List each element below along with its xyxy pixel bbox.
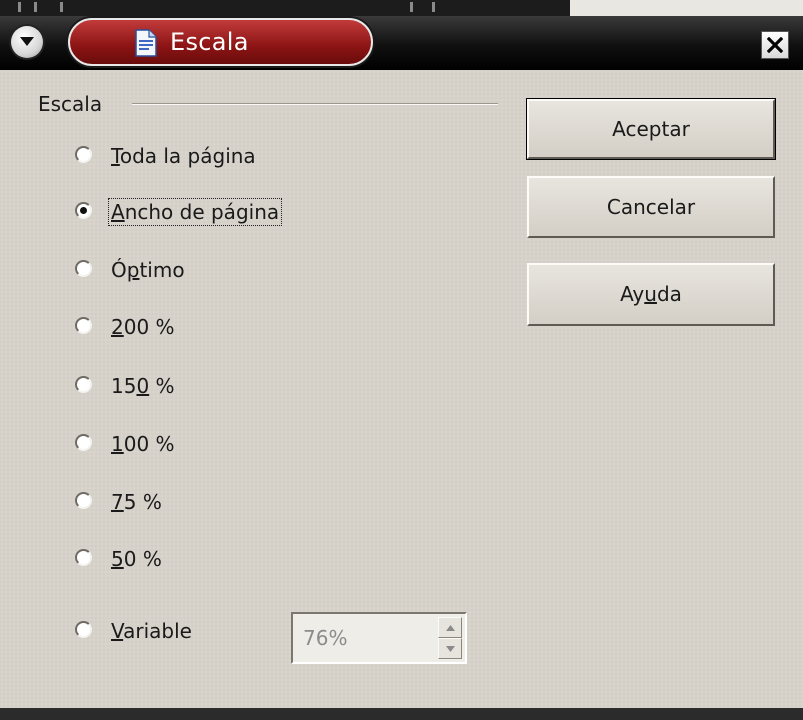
cancel-button[interactable]: Cancelar <box>527 176 775 238</box>
background-window-edge <box>0 0 570 16</box>
option-label[interactable]: Toda la página <box>109 143 258 169</box>
radio-150[interactable] <box>75 376 92 393</box>
document-icon <box>135 29 157 57</box>
radio-75[interactable] <box>75 492 92 509</box>
window-title: Escala <box>170 28 249 56</box>
title-pill: Escala <box>68 18 373 66</box>
scale-dialog: Escala Toda la página Ancho de página Óp… <box>0 70 803 708</box>
radio-variable[interactable] <box>75 621 92 638</box>
ok-button-label: Aceptar <box>612 117 690 141</box>
group-divider <box>132 103 498 105</box>
background-window-strip <box>0 0 803 16</box>
arrow-down-icon <box>446 646 455 652</box>
ok-button[interactable]: Aceptar <box>527 99 775 159</box>
window-menu-button[interactable] <box>11 26 43 58</box>
scale-group-label: Escala <box>38 92 103 116</box>
spin-down-button[interactable] <box>438 638 462 659</box>
spin-buttons <box>438 617 462 659</box>
option-label[interactable]: 150 % <box>109 373 177 399</box>
variable-zoom-spinbox[interactable]: 76% <box>291 612 467 664</box>
close-button[interactable] <box>761 31 789 59</box>
title-bar[interactable]: Escala <box>0 16 803 70</box>
option-label[interactable]: 200 % <box>109 314 177 340</box>
radio-50[interactable] <box>75 549 92 566</box>
chevron-down-icon <box>20 37 34 46</box>
radio-optimal[interactable] <box>75 260 92 277</box>
option-label[interactable]: 50 % <box>109 546 164 572</box>
help-button[interactable]: Ayuda <box>527 263 775 326</box>
close-x-icon <box>767 37 783 53</box>
arrow-up-icon <box>446 625 455 631</box>
option-label[interactable]: 100 % <box>109 431 177 457</box>
radio-200[interactable] <box>75 317 92 334</box>
bottom-edge <box>0 708 803 720</box>
variable-zoom-value[interactable]: 76% <box>303 626 347 650</box>
option-label[interactable]: Ancho de página <box>107 198 283 226</box>
help-button-label: Ayuda <box>620 282 682 306</box>
option-label[interactable]: 75 % <box>109 489 164 515</box>
spin-up-button[interactable] <box>438 617 462 638</box>
radio-page-width[interactable] <box>75 202 92 219</box>
option-label[interactable]: Óptimo <box>109 257 187 283</box>
radio-100[interactable] <box>75 434 92 451</box>
radio-whole-page[interactable] <box>75 146 92 163</box>
cancel-button-label: Cancelar <box>606 195 696 219</box>
option-label[interactable]: Variable <box>109 618 194 644</box>
